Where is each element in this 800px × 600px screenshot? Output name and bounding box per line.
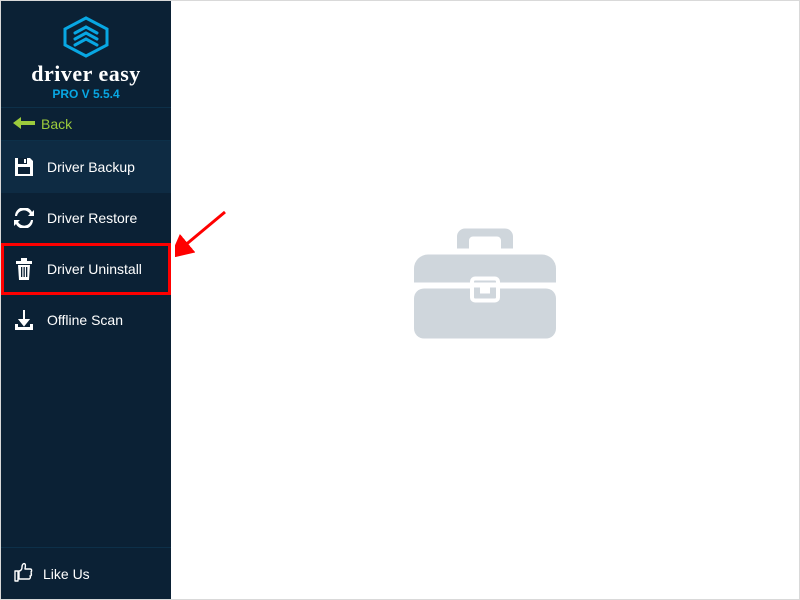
nav: Driver Backup Driver Restore bbox=[1, 141, 171, 345]
back-button[interactable]: Back bbox=[1, 107, 171, 141]
nav-item-offline-scan[interactable]: Offline Scan bbox=[1, 295, 171, 345]
nav-item-label: Offline Scan bbox=[47, 312, 123, 328]
like-us-label: Like Us bbox=[43, 566, 90, 582]
toolbox-placeholder-icon bbox=[410, 221, 560, 356]
brand-block: driver easy PRO V 5.5.4 bbox=[1, 1, 171, 107]
back-label: Back bbox=[41, 116, 72, 132]
nav-item-label: Driver Backup bbox=[47, 159, 135, 175]
brand-name: driver easy bbox=[1, 61, 171, 87]
download-icon bbox=[13, 310, 35, 330]
thumbs-up-icon bbox=[13, 562, 33, 585]
logo-icon bbox=[1, 15, 171, 59]
brand-version: PRO V 5.5.4 bbox=[1, 87, 171, 101]
nav-item-label: Driver Restore bbox=[47, 210, 137, 226]
sidebar: driver easy PRO V 5.5.4 Back bbox=[1, 1, 171, 599]
like-us-button[interactable]: Like Us bbox=[1, 547, 171, 599]
main-content bbox=[171, 1, 799, 599]
nav-item-driver-uninstall[interactable]: Driver Uninstall bbox=[1, 243, 171, 295]
nav-item-driver-backup[interactable]: Driver Backup bbox=[1, 141, 171, 193]
back-arrow-icon bbox=[13, 116, 35, 132]
app-window: — ✕ driver easy PRO V 5.5.4 Back bbox=[0, 0, 800, 600]
trash-icon bbox=[13, 258, 35, 280]
refresh-icon bbox=[13, 208, 35, 228]
nav-item-driver-restore[interactable]: Driver Restore bbox=[1, 193, 171, 243]
floppy-disk-icon bbox=[13, 156, 35, 178]
nav-item-label: Driver Uninstall bbox=[47, 261, 142, 277]
